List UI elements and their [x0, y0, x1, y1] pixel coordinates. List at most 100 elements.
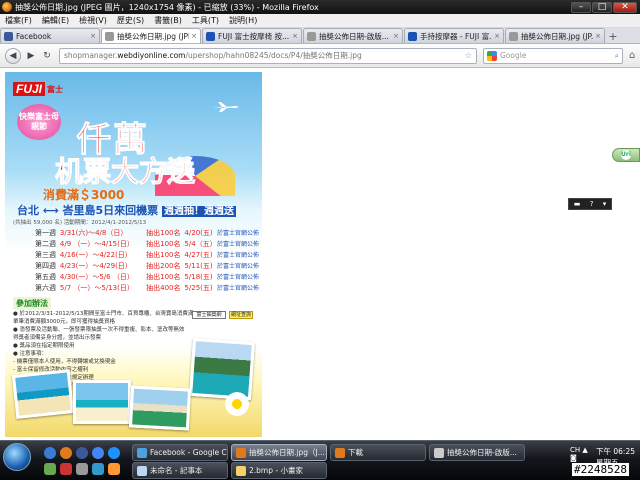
quicklaunch-skype-icon[interactable]: [108, 447, 120, 459]
tab-close-icon[interactable]: ×: [494, 32, 500, 40]
maximize-button[interactable]: □: [592, 1, 612, 13]
browser-tab[interactable]: 抽獎公佈日期.jpg (JPEG...×: [101, 28, 201, 43]
tab-bar: Facebook×抽獎公佈日期.jpg (JPEG...×FUJI 富士按摩椅 …: [0, 28, 640, 44]
browser-tab[interactable]: FUJI 富士按摩椅 按... ×: [202, 28, 302, 43]
taskbar-app-icon: [236, 447, 246, 458]
photo-beach-3: [128, 385, 192, 431]
taskbar-button[interactable]: 下載: [330, 444, 426, 461]
route-to: 峇里島5日來回機票: [62, 204, 159, 217]
schedule-row: 第四週 4/23(一）～4/29(日） 抽出200名 5/11(五) 於富士官網公佈: [35, 261, 259, 272]
schedule-week: 第三週: [35, 251, 56, 259]
taskbar-app-icon: [434, 447, 444, 458]
quicklaunch-app4-icon[interactable]: [92, 463, 104, 475]
menu-history[interactable]: 歷史(S): [112, 15, 149, 26]
quicklaunch-chrome-icon[interactable]: [92, 447, 104, 459]
schedule-week: 第五週: [35, 273, 56, 281]
quicklaunch-app1-icon[interactable]: [44, 463, 56, 475]
search-icon[interactable]: ⌕: [615, 51, 619, 61]
schedule-prize: 抽出400名: [146, 284, 181, 292]
forward-button[interactable]: ▶: [25, 50, 37, 62]
menu-view[interactable]: 檢視(V): [74, 15, 112, 26]
tab-close-icon[interactable]: ×: [191, 32, 197, 40]
schedule-week: 第二週: [35, 240, 56, 248]
tab-favicon-icon: [4, 31, 13, 41]
close-button[interactable]: ✕: [613, 1, 637, 13]
route-line: 台北 ⟷ 峇里島5日來回機票 週週抽！週週送: [17, 202, 249, 218]
schedule-announce: 4/20(五): [184, 229, 213, 237]
schedule-announce: 5/25(五): [184, 284, 213, 292]
schedule-table: 第一週 3/31(六)～4/8（日） 抽出100名 4/20(五) 於富士官網公佈 第二週…: [35, 228, 259, 294]
schedule-announce: 4/27(五): [184, 251, 213, 259]
url-bar[interactable]: shopmanager. webdiyonline.com/upershop/ha…: [59, 47, 477, 64]
gadget-help[interactable]: ?: [590, 200, 594, 208]
menu-help[interactable]: 說明(H): [224, 15, 262, 26]
schedule-prize: 抽出100名: [146, 229, 181, 237]
taskbar-button-label: 抽獎公佈日期.jpg（J...: [249, 448, 325, 457]
schedule-announce: 5/4（五）: [184, 240, 217, 248]
tab-close-icon[interactable]: ×: [393, 32, 399, 40]
mothers-day-badge: 快樂富士母親節: [17, 104, 61, 140]
quicklaunch-facebook-icon[interactable]: [76, 447, 88, 459]
navigation-bar: ◀ ▶ ↻ shopmanager. webdiyonline.com/upers…: [0, 44, 640, 68]
taskbar-button[interactable]: 抽獎公佈日期-啟版...: [429, 444, 525, 461]
menu-edit[interactable]: 編輯(E): [37, 15, 74, 26]
gadget-minimize[interactable]: ▬: [574, 200, 581, 208]
bookmark-star-icon[interactable]: ☆: [465, 51, 472, 60]
tab-favicon-icon: [509, 31, 518, 41]
home-button[interactable]: ⌂: [629, 50, 635, 61]
schedule-note: 於富士官網公佈: [216, 241, 259, 248]
quicklaunch-app5-icon[interactable]: [108, 463, 120, 475]
start-button[interactable]: [3, 443, 31, 471]
schedule-week: 第四週: [35, 262, 56, 270]
schedule-dates: 3/31(六)～4/8（日）: [59, 229, 128, 237]
tab-label: 手持按摩器 - FUJI 富...: [420, 31, 493, 41]
tab-close-icon[interactable]: ×: [292, 32, 298, 40]
minimize-button[interactable]: –: [571, 1, 591, 13]
tab-close-icon[interactable]: ×: [90, 32, 96, 40]
quicklaunch-app3-icon[interactable]: [76, 463, 88, 475]
taskbar-button[interactable]: 未命名 - 記事本: [132, 462, 228, 479]
floating-gadget[interactable]: ▬ ? ▾: [568, 198, 612, 210]
reload-button[interactable]: ↻: [41, 50, 53, 62]
menu-tools[interactable]: 工具(T): [187, 15, 224, 26]
browser-tab[interactable]: 抽獎公佈日期-啟版... ×: [303, 28, 403, 43]
url-query-label: 網址查詢: [229, 311, 253, 319]
new-tab-button[interactable]: +: [606, 29, 620, 43]
schedule-prize: 抽出100名: [146, 251, 181, 259]
tab-label: FUJI 富士按摩椅 按...: [218, 31, 290, 41]
schedule-prize: 抽出100名: [146, 240, 181, 248]
quicklaunch-app2-icon[interactable]: [60, 463, 72, 475]
quicklaunch-firefox-icon[interactable]: [60, 447, 72, 459]
window-title: 抽獎公佈日期.jpg (JPEG 圖片，1240x1754 像素) - 已縮放 …: [15, 2, 319, 12]
clock-time[interactable]: 下午 06:25: [596, 446, 635, 457]
title-bar: 抽獎公佈日期.jpg (JPEG 圖片，1240x1754 像素) - 已縮放 …: [0, 0, 640, 14]
route-arrow: ⟷: [42, 204, 59, 217]
airplane-icon: [212, 102, 239, 112]
taskbar-app-icon: [335, 447, 345, 458]
browser-tab[interactable]: Facebook ×: [0, 28, 100, 43]
taskbar-button[interactable]: 2.bmp - 小畫家: [231, 462, 327, 479]
tray-icons[interactable]: CH ▲ ◙: [570, 446, 594, 462]
lottery-site-label: 富士抽獎網: [192, 311, 226, 319]
rules-title: 參加辦法: [13, 297, 51, 310]
side-widget[interactable]: Uri: [612, 148, 640, 162]
browser-tab[interactable]: 手持按摩器 - FUJI 富... ×: [404, 28, 504, 43]
poster-image[interactable]: FUJI 富士 快樂富士母親節 仟萬 机票大方送 消費滿＄3000 台北 ⟷ 峇…: [5, 72, 262, 437]
schedule-note: 於富士官網公佈: [216, 274, 259, 281]
schedule-row: 第二週 4/9 （一）～4/15(日） 抽出100名 5/4（五） 於富士官網公佈: [35, 239, 259, 250]
gadget-menu[interactable]: ▾: [603, 200, 607, 208]
menu-bookmarks[interactable]: 書籤(B): [149, 15, 187, 26]
schedule-dates: 4/9 （一）～4/15(日）: [59, 240, 134, 248]
quicklaunch-ie-icon[interactable]: [44, 447, 56, 459]
schedule-note: 於富士官網公佈: [216, 230, 259, 237]
search-input[interactable]: Google ⌕: [483, 47, 623, 64]
browser-tab[interactable]: 抽獎公佈日期.jpg (JP... ×: [505, 28, 605, 43]
back-button[interactable]: ◀: [5, 47, 21, 64]
taskbar-button[interactable]: 抽獎公佈日期.jpg（J...: [231, 444, 327, 461]
route-from: 台北: [17, 204, 39, 217]
search-placeholder: Google: [500, 51, 527, 60]
taskbar-button[interactable]: Facebook - Google Chr...: [132, 444, 228, 461]
tab-label: 抽獎公佈日期.jpg (JP...: [521, 31, 594, 41]
tab-close-icon[interactable]: ×: [595, 32, 601, 40]
menu-file[interactable]: 檔案(F): [0, 15, 37, 26]
